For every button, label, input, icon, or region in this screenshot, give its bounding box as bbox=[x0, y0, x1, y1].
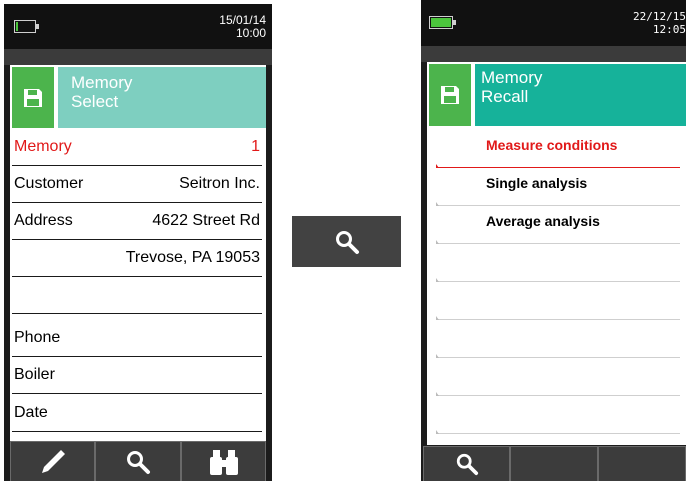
date-time: 15/01/14 10:00 bbox=[219, 14, 266, 40]
title-line-2: Select bbox=[71, 92, 119, 111]
screen-title: Memory Recall bbox=[475, 64, 686, 126]
recall-menu: Memory Recall Measure conditions Single … bbox=[427, 62, 686, 445]
menu-item-average-analysis[interactable]: Average analysis bbox=[436, 206, 680, 244]
memory-label: Memory bbox=[14, 138, 72, 155]
search-button[interactable] bbox=[95, 441, 181, 481]
time-label: 10:00 bbox=[235, 26, 266, 40]
menu-item-empty[interactable] bbox=[436, 320, 680, 358]
screen-header: Memory Recall bbox=[427, 62, 686, 128]
phone-label: Phone bbox=[14, 329, 61, 346]
toolbar bbox=[4, 441, 272, 481]
menu-item-label: Measure conditions bbox=[486, 137, 618, 153]
search-key[interactable] bbox=[292, 216, 401, 267]
boiler-label: Boiler bbox=[14, 366, 55, 383]
memory-form: Memory Select Memory 1 Customer Seitron … bbox=[10, 65, 266, 441]
blank-row[interactable] bbox=[12, 277, 262, 314]
menu-item-label: Average analysis bbox=[486, 213, 600, 229]
phone-row[interactable]: Phone bbox=[12, 320, 262, 357]
menu-item-single-analysis[interactable]: Single analysis bbox=[436, 168, 680, 206]
softkey-blank-3[interactable] bbox=[598, 446, 686, 481]
address-row[interactable]: Address 4622 Street Rd bbox=[12, 203, 262, 240]
screen-title: Memory Select bbox=[58, 67, 266, 128]
title-line-1: Memory bbox=[481, 68, 543, 87]
menu-item-empty[interactable] bbox=[436, 396, 680, 434]
memory-row[interactable]: Memory 1 bbox=[12, 129, 262, 166]
customer-row[interactable]: Customer Seitron Inc. bbox=[12, 166, 262, 203]
memory-recall-screen: 22/12/15 12:05 Memory Recall Measure con… bbox=[421, 0, 686, 481]
status-bar: 22/12/15 12:05 bbox=[421, 0, 686, 46]
customer-label: Customer bbox=[14, 175, 84, 192]
menu-item-label: Single analysis bbox=[486, 175, 588, 191]
search-icon bbox=[335, 230, 359, 254]
time-label: 12:05 bbox=[652, 23, 686, 36]
date-time: 22/12/15 12:05 bbox=[633, 10, 686, 36]
date-field-label: Date bbox=[14, 404, 48, 421]
battery-full-icon bbox=[429, 16, 456, 29]
search-icon bbox=[127, 450, 150, 474]
menu-item-empty[interactable] bbox=[436, 282, 680, 320]
status-bar: 15/01/14 10:00 bbox=[4, 4, 272, 49]
customer-value: Seitron Inc. bbox=[179, 175, 260, 192]
search-icon bbox=[456, 453, 478, 476]
floppy-disk-icon bbox=[12, 67, 54, 128]
pencil-icon bbox=[41, 449, 65, 473]
memory-value: 1 bbox=[251, 138, 260, 155]
menu-item-empty[interactable] bbox=[436, 244, 680, 282]
floppy-disk-icon bbox=[429, 64, 471, 126]
screen-header: Memory Select bbox=[10, 65, 266, 130]
toolbar bbox=[421, 446, 686, 481]
title-line-1: Memory bbox=[71, 73, 133, 92]
address-line2-value: Trevose, PA 19053 bbox=[125, 249, 260, 266]
date-row[interactable]: Date bbox=[12, 395, 262, 432]
softkey-blank-2[interactable] bbox=[510, 446, 598, 481]
binoculars-icon bbox=[209, 449, 238, 475]
address-label: Address bbox=[14, 212, 73, 229]
browse-button[interactable] bbox=[181, 441, 266, 481]
battery-low-icon bbox=[14, 20, 39, 33]
menu-item-empty[interactable] bbox=[436, 358, 680, 396]
boiler-row[interactable]: Boiler bbox=[12, 357, 262, 394]
memory-select-screen: 15/01/14 10:00 Memory Select Memory 1 Cu… bbox=[4, 4, 272, 481]
address-value: 4622 Street Rd bbox=[152, 212, 260, 229]
title-line-2: Recall bbox=[481, 87, 529, 106]
edit-button[interactable] bbox=[10, 441, 95, 481]
search-button[interactable] bbox=[423, 446, 510, 481]
date-label: 22/12/15 bbox=[633, 10, 686, 23]
menu-item-measure-conditions[interactable]: Measure conditions bbox=[436, 130, 680, 168]
address-line2-row[interactable]: Trevose, PA 19053 bbox=[12, 240, 262, 277]
